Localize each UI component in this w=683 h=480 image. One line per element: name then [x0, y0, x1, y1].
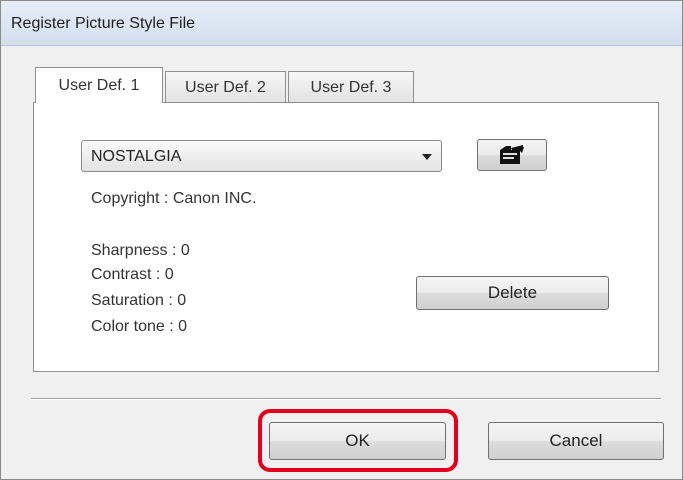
open-folder-icon [500, 145, 524, 164]
title-bar: Register Picture Style File [1, 1, 682, 46]
picture-style-value: NOSTALGIA [91, 148, 182, 165]
contrast-label: Contrast : 0 [91, 266, 174, 283]
tab-user-def-1[interactable]: User Def. 1 [35, 67, 163, 103]
delete-button[interactable]: Delete [416, 276, 609, 310]
open-file-button[interactable] [477, 139, 547, 171]
sharpness-label: Sharpness : 0 [91, 242, 190, 259]
register-picture-style-dialog: Register Picture Style File User Def. 1 … [0, 0, 683, 480]
dialog-title: Register Picture Style File [11, 15, 196, 32]
copyright-label: Copyright : Canon INC. [91, 190, 257, 207]
tab-user-def-2[interactable]: User Def. 2 [165, 71, 286, 103]
chevron-down-icon [422, 154, 432, 160]
cancel-button[interactable]: Cancel [488, 422, 664, 460]
ok-highlight-annotation [258, 409, 458, 472]
color-tone-label: Color tone : 0 [91, 318, 188, 335]
tab-user-def-3[interactable]: User Def. 3 [288, 71, 414, 103]
separator [31, 398, 661, 400]
picture-style-select[interactable]: NOSTALGIA [81, 140, 442, 172]
saturation-label: Saturation : 0 [91, 292, 187, 309]
